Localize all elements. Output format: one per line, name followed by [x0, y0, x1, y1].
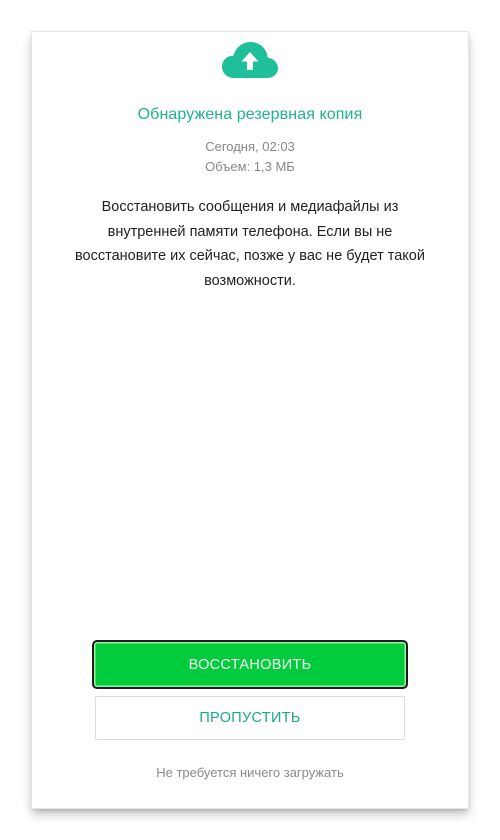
no-download-note: Не требуется ничего загружать	[156, 765, 344, 780]
restore-backup-screen: Обнаружена резервная копия Сегодня, 02:0…	[32, 32, 468, 808]
backup-date: Сегодня, 02:03	[205, 139, 295, 154]
restore-button[interactable]: ВОССТАНОВИТЬ	[92, 640, 408, 689]
backup-found-title: Обнаружена резервная копия	[137, 106, 363, 123]
backup-size: Объем: 1,3 МБ	[205, 159, 295, 174]
skip-button[interactable]: ПРОПУСТИТЬ	[95, 696, 405, 740]
cloud-upload-icon	[32, 42, 468, 84]
restore-description: Восстановить сообщения и медиафайлы из в…	[75, 199, 425, 289]
